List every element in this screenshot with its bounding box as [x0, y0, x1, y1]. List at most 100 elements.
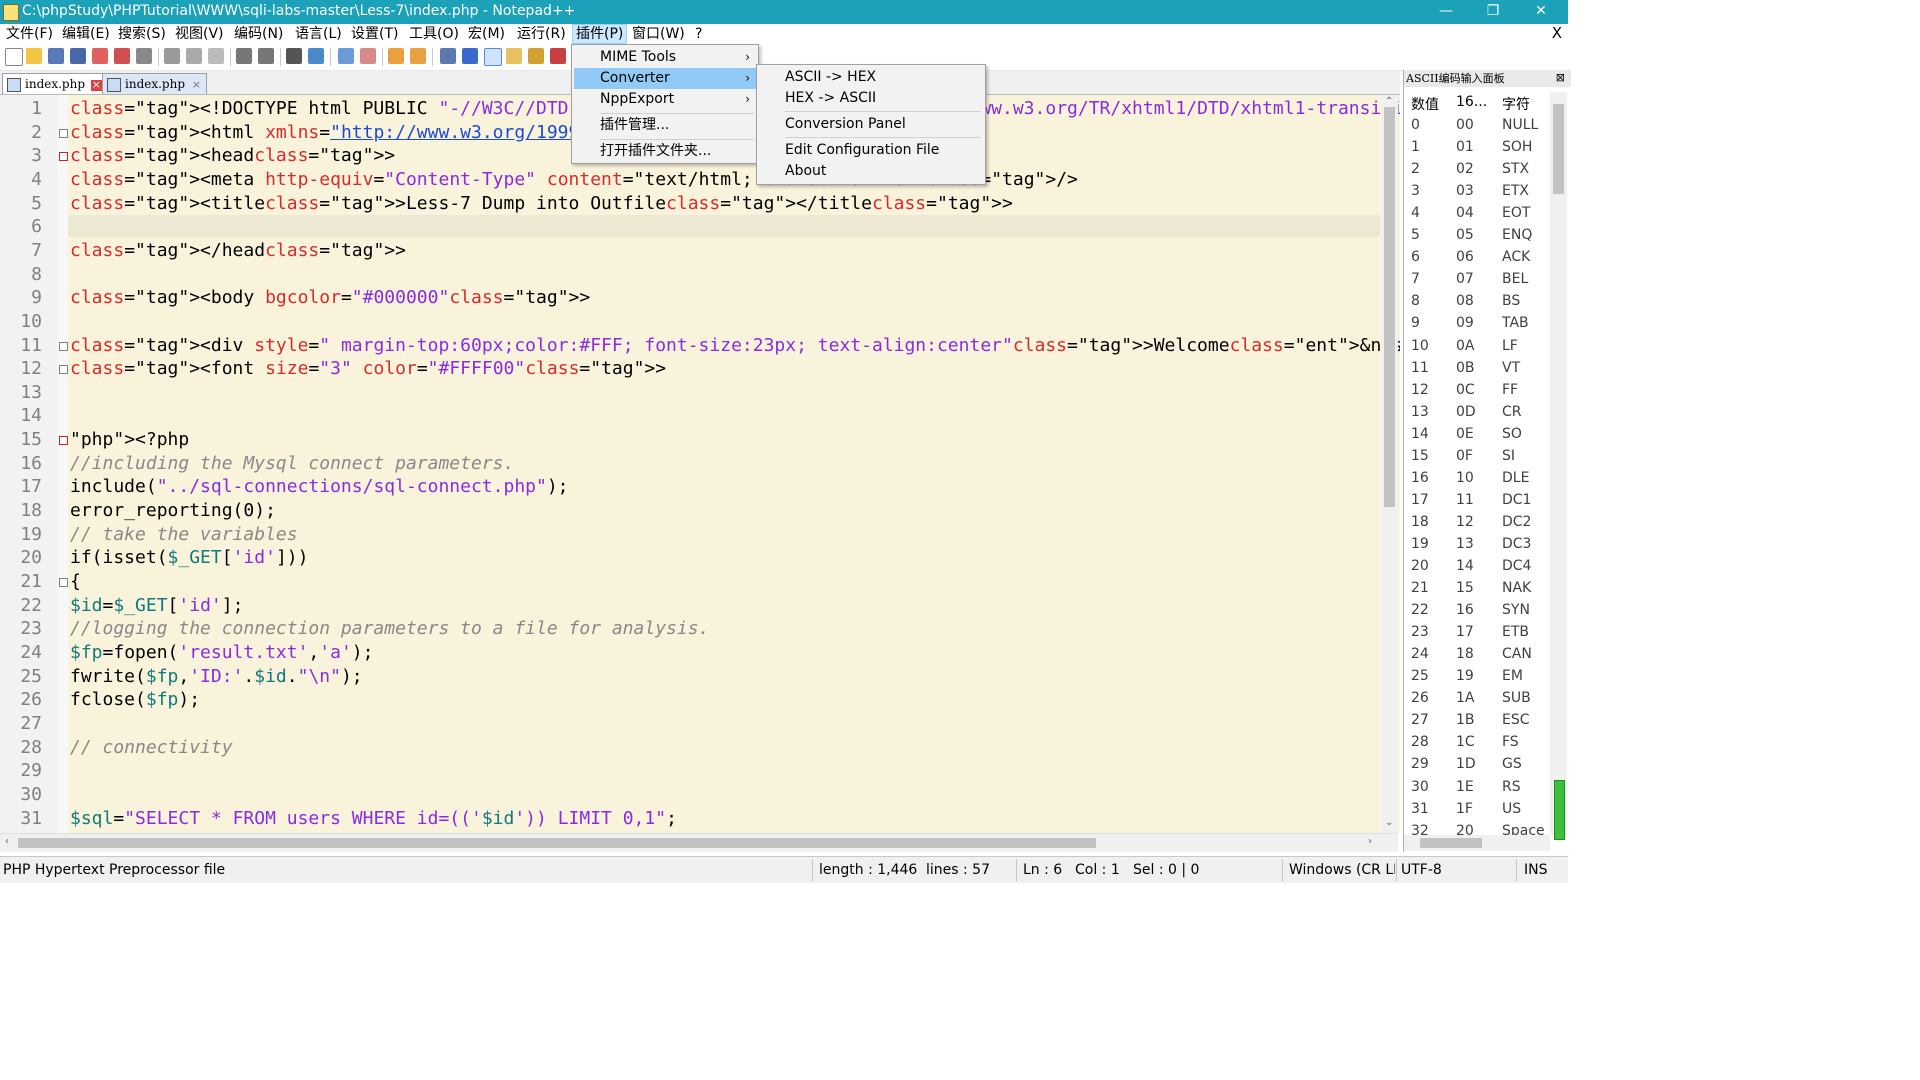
ascii-row[interactable]: 17 11 DC1 [1404, 492, 1554, 514]
ascii-row[interactable]: 10 0A LF [1404, 338, 1554, 360]
code-line[interactable]: fwrite($fp,'ID:'.$id."\n"); [70, 665, 363, 689]
ascii-row[interactable]: 19 13 DC3 [1404, 536, 1554, 558]
scroll-thumb[interactable] [1384, 107, 1395, 507]
line-number[interactable]: 12 [0, 358, 42, 379]
line-number[interactable]: 14 [0, 405, 42, 426]
sync-horizontal-icon[interactable] [410, 48, 426, 64]
menu-tools[interactable]: 工具(O) [406, 25, 462, 43]
tab-close-icon[interactable]: × [191, 79, 202, 91]
ascii-row[interactable]: 14 0E SO [1404, 426, 1554, 448]
tab-index-php-active[interactable]: index.php × [2, 73, 107, 94]
code-line[interactable]: $id=$_GET['id']; [70, 594, 243, 618]
fold-marker-icon[interactable] [59, 578, 68, 587]
close-file-icon[interactable] [92, 48, 108, 64]
scroll-thumb[interactable] [1553, 104, 1564, 194]
menu-help[interactable]: ? [692, 25, 705, 43]
ascii-row[interactable]: 30 1E RS [1404, 779, 1554, 801]
menu-item-open-plugins-folder[interactable]: 打开插件文件夹... [574, 141, 756, 162]
line-number[interactable]: 19 [0, 524, 42, 545]
ascii-row[interactable]: 15 0F SI [1404, 448, 1554, 470]
close-document-button[interactable]: X [1552, 24, 1562, 42]
panel-vertical-scrollbar[interactable] [1550, 92, 1567, 840]
menu-window[interactable]: 窗口(W) [629, 25, 688, 43]
menu-view[interactable]: 视图(V) [172, 25, 227, 43]
ascii-row[interactable]: 2 02 STX [1404, 161, 1554, 183]
line-number[interactable]: 24 [0, 642, 42, 663]
status-encoding[interactable]: UTF-8 [1401, 862, 1442, 878]
ascii-row[interactable]: 5 05 ENQ [1404, 227, 1554, 249]
ascii-row[interactable]: 0 00 NULL [1404, 117, 1554, 139]
column-header-decimal[interactable]: 数值 [1411, 94, 1439, 114]
panel-horizontal-scrollbar[interactable] [1404, 835, 1550, 851]
code-line[interactable]: //logging the connection parameters to a… [70, 617, 709, 641]
show-all-characters-icon[interactable] [462, 48, 478, 64]
code-line[interactable]: // connectivity [70, 736, 233, 760]
menu-encoding[interactable]: 编码(N) [231, 25, 286, 43]
redo-icon[interactable] [258, 48, 274, 64]
fold-marker-icon[interactable] [59, 365, 68, 375]
code-line[interactable]: "php"><?php [70, 428, 189, 452]
function-list-icon[interactable] [528, 48, 544, 64]
ascii-row[interactable]: 20 14 DC4 [1404, 558, 1554, 580]
line-number[interactable]: 20 [0, 547, 42, 568]
save-icon[interactable] [48, 48, 64, 64]
code-line[interactable]: // take the variables [70, 523, 298, 547]
line-number[interactable]: 16 [0, 453, 42, 474]
line-number[interactable]: 2 [0, 122, 42, 143]
close-all-icon[interactable] [114, 48, 130, 64]
menu-settings[interactable]: 设置(T) [348, 25, 401, 43]
column-header-char[interactable]: 字符 [1502, 94, 1530, 114]
code-line[interactable]: if(isset($_GET['id'])) [70, 546, 308, 570]
editor-vertical-scrollbar[interactable]: ⌃ ⌄ [1381, 95, 1398, 833]
scroll-left-icon[interactable]: ‹ [5, 836, 9, 847]
save-all-icon[interactable] [70, 48, 86, 64]
fold-marker-icon[interactable] [59, 152, 68, 162]
code-line[interactable]: $fp=fopen('result.txt','a'); [70, 641, 373, 665]
menu-plugins[interactable]: 插件(P) [572, 24, 628, 44]
scroll-up-icon[interactable]: ⌃ [1385, 96, 1393, 107]
undo-icon[interactable] [236, 48, 252, 64]
ascii-row[interactable]: 13 0D CR [1404, 404, 1554, 426]
ascii-row[interactable]: 25 19 EM [1404, 668, 1554, 690]
sync-vertical-icon[interactable] [388, 48, 404, 64]
new-file-icon[interactable] [5, 48, 23, 66]
status-eol[interactable]: Windows (CR LF) [1289, 862, 1395, 878]
scroll-right-icon[interactable]: › [1368, 836, 1372, 847]
line-number[interactable]: 18 [0, 500, 42, 521]
line-number[interactable]: 13 [0, 382, 42, 403]
line-number[interactable]: 27 [0, 713, 42, 734]
code-line[interactable]: $sql="SELECT * FROM users WHERE id=(('$i… [70, 807, 677, 831]
code-line[interactable]: class="tag"><font size="3" color="#FFFF0… [70, 357, 666, 381]
code-line[interactable]: class="tag"><headclass="tag">> [70, 144, 395, 168]
line-number[interactable]: 11 [0, 335, 42, 356]
ascii-row[interactable]: 1 01 SOH [1404, 139, 1554, 161]
scroll-down-icon[interactable]: ⌄ [1385, 817, 1393, 828]
zoom-out-icon[interactable] [360, 48, 376, 64]
ascii-row[interactable]: 8 08 BS [1404, 293, 1554, 315]
menu-item-hex-to-ascii[interactable]: HEX -> ASCII [759, 88, 983, 109]
ascii-row[interactable]: 29 1D GS [1404, 756, 1554, 778]
line-number[interactable]: 10 [0, 311, 42, 332]
copy-icon[interactable] [186, 48, 202, 64]
line-number[interactable]: 25 [0, 666, 42, 687]
code-line[interactable]: error_reporting(0); [70, 499, 276, 523]
code-line[interactable]: fclose($fp); [70, 688, 200, 712]
ascii-row[interactable]: 26 1A SUB [1404, 690, 1554, 712]
line-number[interactable]: 1 [0, 98, 42, 119]
word-wrap-icon[interactable] [440, 48, 456, 64]
menu-item-converter[interactable]: Converter › [574, 68, 756, 89]
scroll-thumb[interactable] [1420, 838, 1482, 848]
menu-item-plugin-admin[interactable]: 插件管理... [574, 115, 756, 136]
menu-file[interactable]: 文件(F) [3, 25, 56, 43]
code-line[interactable]: { [70, 570, 81, 594]
ascii-row[interactable]: 27 1B ESC [1404, 712, 1554, 734]
indent-guide-icon[interactable] [484, 48, 502, 66]
menu-search[interactable]: 搜索(S) [115, 25, 169, 43]
close-button[interactable]: ✕ [1518, 0, 1564, 24]
line-number[interactable]: 3 [0, 145, 42, 166]
scroll-thumb[interactable] [18, 838, 1096, 848]
code-line[interactable]: class="tag"><body bgcolor="#000000"class… [70, 286, 590, 310]
ascii-row[interactable]: 16 10 DLE [1404, 470, 1554, 492]
ascii-row[interactable]: 3 03 ETX [1404, 183, 1554, 205]
line-number[interactable]: 9 [0, 287, 42, 308]
